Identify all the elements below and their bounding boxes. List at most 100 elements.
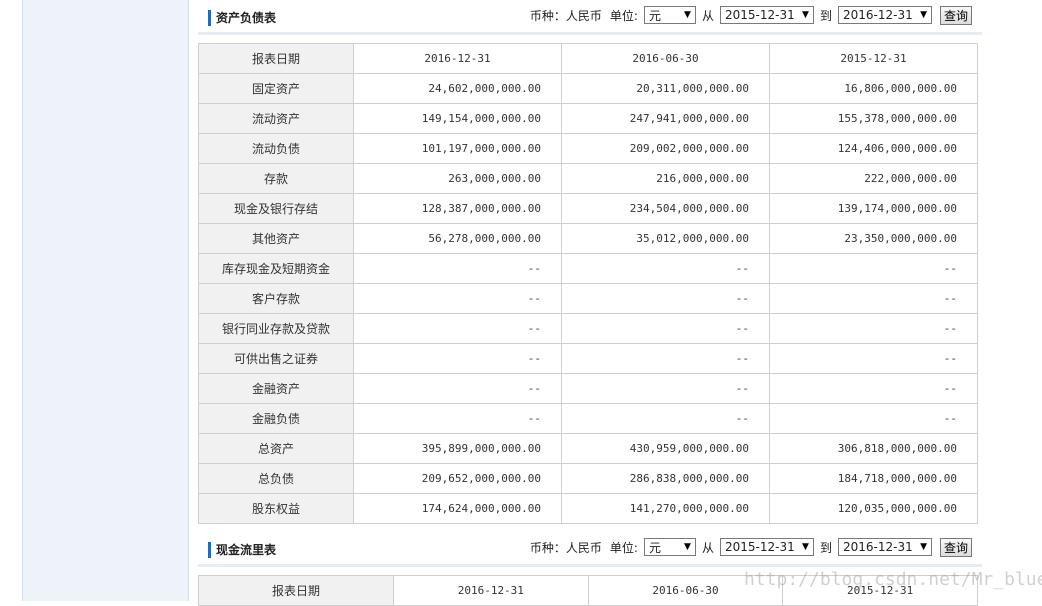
chevron-down-icon: ▼: [684, 10, 691, 20]
to-label: 到: [819, 540, 832, 555]
query-button[interactable]: 查询: [939, 537, 972, 557]
from-label: 从: [701, 8, 714, 23]
row-label: 可供出售之证券: [198, 343, 354, 374]
row-value: 222,000,000.00: [769, 163, 978, 194]
row-value: 101,197,000,000.00: [353, 133, 562, 164]
table-row: 其他资产 56,278,000,000.00 35,012,000,000.00…: [198, 223, 978, 254]
currency-label: 币种：人民币: [529, 8, 602, 23]
table-row: 银行同业存款及贷款 -- -- --: [198, 313, 978, 344]
to-date-value: 2016-12-31: [842, 8, 913, 22]
header-date: 2016-06-30: [561, 43, 770, 74]
header-date: 2015-12-31: [769, 43, 978, 74]
table-row: 流动负债 101,197,000,000.00 209,002,000,000.…: [198, 133, 978, 164]
row-label: 其他资产: [198, 223, 354, 254]
to-date-select[interactable]: 2016-12-31 ▼: [837, 538, 932, 556]
row-value: 16,806,000,000.00: [769, 73, 978, 104]
row-value: --: [769, 403, 978, 434]
row-label: 存款: [198, 163, 354, 194]
from-date-value: 2015-12-31: [724, 8, 795, 22]
table-row: 固定资产 24,602,000,000.00 20,311,000,000.00…: [198, 73, 978, 104]
chevron-down-icon: ▼: [920, 542, 927, 552]
row-value: 120,035,000,000.00: [769, 493, 978, 524]
row-value: 216,000,000.00: [561, 163, 770, 194]
header-date: 2016-12-31: [393, 575, 589, 606]
balance-sheet-table: 报表日期 2016-12-31 2016-06-30 2015-12-31 固定…: [198, 43, 978, 524]
row-label: 现金及银行存结: [198, 193, 354, 224]
table-row: 总资产 395,899,000,000.00 430,959,000,000.0…: [198, 433, 978, 464]
row-label: 总资产: [198, 433, 354, 464]
row-label: 金融资产: [198, 373, 354, 404]
to-date-select[interactable]: 2016-12-31 ▼: [837, 6, 932, 24]
main-content: 资产负债表 币种：人民币 单位: 元 ▼ 从 2015-12-31 ▼ 到 20…: [198, 0, 982, 606]
table-row: 可供出售之证券 -- -- --: [198, 343, 978, 374]
row-value: 128,387,000,000.00: [353, 193, 562, 224]
from-label: 从: [701, 540, 714, 555]
cash-flow-controls: 币种：人民币 单位: 元 ▼ 从 2015-12-31 ▼ 到 2016-12-…: [526, 536, 972, 558]
left-sidebar: [22, 0, 189, 601]
row-value: 155,378,000,000.00: [769, 103, 978, 134]
row-value: --: [561, 373, 770, 404]
unit-select[interactable]: 元 ▼: [643, 6, 696, 24]
row-value: 306,818,000,000.00: [769, 433, 978, 464]
row-value: 430,959,000,000.00: [561, 433, 770, 464]
row-label: 银行同业存款及贷款: [198, 313, 354, 344]
header-label: 报表日期: [198, 575, 394, 606]
row-value: 24,602,000,000.00: [353, 73, 562, 104]
table-row: 库存现金及短期资金 -- -- --: [198, 253, 978, 284]
row-value: --: [561, 343, 770, 374]
row-value: --: [769, 253, 978, 284]
row-value: --: [353, 403, 562, 434]
row-value: 149,154,000,000.00: [353, 103, 562, 134]
balance-sheet-controls: 币种：人民币 单位: 元 ▼ 从 2015-12-31 ▼ 到 2016-12-…: [526, 4, 972, 26]
row-value: 286,838,000,000.00: [561, 463, 770, 494]
row-value: --: [561, 253, 770, 284]
unit-label: 单位:: [609, 540, 638, 555]
chevron-down-icon: ▼: [802, 542, 809, 552]
row-value: --: [353, 313, 562, 344]
row-value: 23,350,000,000.00: [769, 223, 978, 254]
row-value: 35,012,000,000.00: [561, 223, 770, 254]
watermark-text: http://blog.csdn.net/Mr_blueD: [744, 569, 1042, 590]
row-value: --: [769, 373, 978, 404]
header-label: 报表日期: [198, 43, 354, 74]
from-date-select[interactable]: 2015-12-31 ▼: [719, 538, 814, 556]
row-label: 流动负债: [198, 133, 354, 164]
balance-sheet-header: 资产负债表 币种：人民币 单位: 元 ▼ 从 2015-12-31 ▼ 到 20…: [198, 0, 982, 35]
row-value: --: [561, 313, 770, 344]
row-label: 流动资产: [198, 103, 354, 134]
unit-label: 单位:: [609, 8, 638, 23]
unit-select-value: 元: [648, 8, 661, 23]
row-label: 金融负债: [198, 403, 354, 434]
cash-flow-title: 现金流里表: [208, 542, 276, 558]
row-value: 209,652,000,000.00: [353, 463, 562, 494]
row-label: 库存现金及短期资金: [198, 253, 354, 284]
row-value: 174,624,000,000.00: [353, 493, 562, 524]
query-button[interactable]: 查询: [939, 5, 972, 25]
cash-flow-header: 现金流里表 币种：人民币 单位: 元 ▼ 从 2015-12-31 ▼ 到 20…: [198, 532, 982, 567]
chevron-down-icon: ▼: [684, 542, 691, 552]
from-date-select[interactable]: 2015-12-31 ▼: [719, 6, 814, 24]
row-value: 263,000,000.00: [353, 163, 562, 194]
to-date-value: 2016-12-31: [842, 540, 913, 554]
table-row: 股东权益 174,624,000,000.00 141,270,000,000.…: [198, 493, 978, 524]
header-date: 2016-12-31: [353, 43, 562, 74]
unit-select[interactable]: 元 ▼: [643, 538, 696, 556]
row-label: 固定资产: [198, 73, 354, 104]
row-value: --: [353, 283, 562, 314]
row-value: 139,174,000,000.00: [769, 193, 978, 224]
row-value: 209,002,000,000.00: [561, 133, 770, 164]
table-row: 总负债 209,652,000,000.00 286,838,000,000.0…: [198, 463, 978, 494]
balance-sheet-title: 资产负债表: [208, 10, 276, 26]
table-row: 金融负债 -- -- --: [198, 403, 978, 434]
row-value: 20,311,000,000.00: [561, 73, 770, 104]
row-value: 395,899,000,000.00: [353, 433, 562, 464]
row-value: 56,278,000,000.00: [353, 223, 562, 254]
row-value: 234,504,000,000.00: [561, 193, 770, 224]
row-value: --: [353, 373, 562, 404]
row-value: --: [353, 253, 562, 284]
table-header-row: 报表日期 2016-12-31 2016-06-30 2015-12-31: [198, 43, 978, 74]
row-value: 184,718,000,000.00: [769, 463, 978, 494]
row-label: 总负债: [198, 463, 354, 494]
table-row: 金融资产 -- -- --: [198, 373, 978, 404]
row-value: --: [353, 343, 562, 374]
